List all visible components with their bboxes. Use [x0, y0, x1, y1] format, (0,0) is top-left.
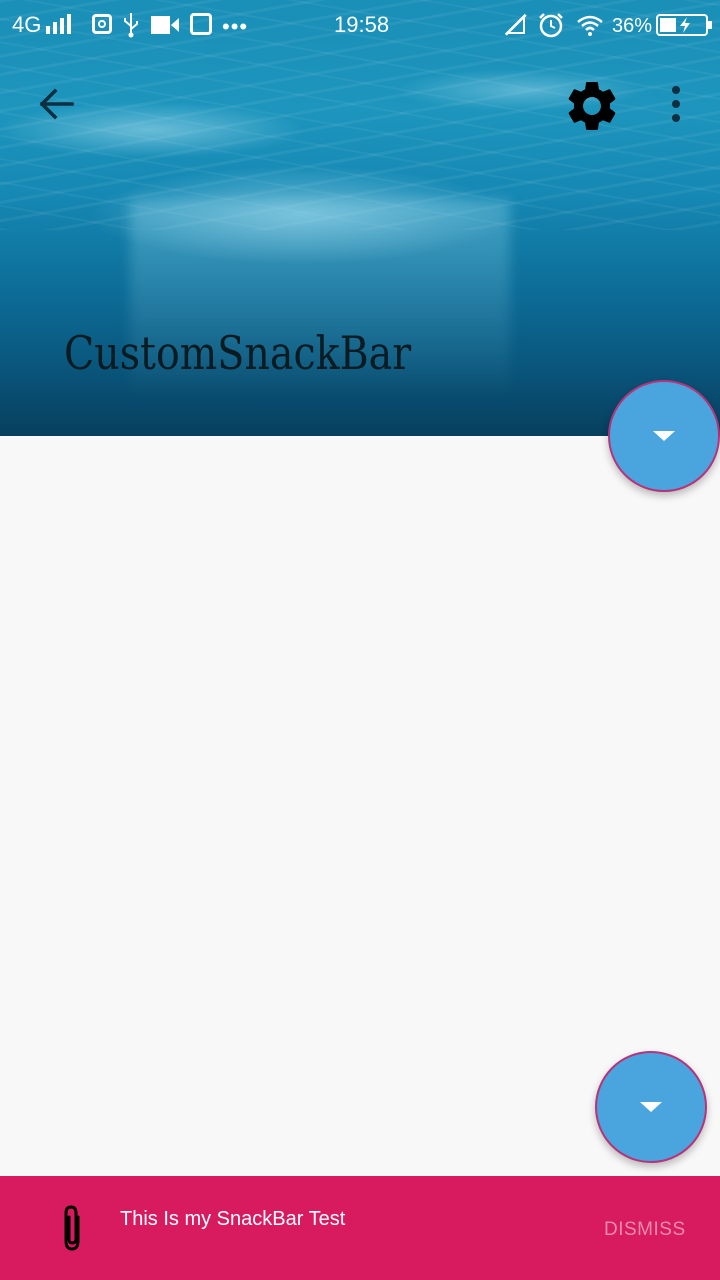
- gear-icon: [568, 82, 616, 130]
- paperclip-icon: [64, 1205, 80, 1251]
- arrow-drop-down-icon: [653, 431, 675, 441]
- more-vert-icon: [672, 86, 680, 122]
- snackbar-message: This Is my SnackBar Test: [120, 1208, 346, 1230]
- dismiss-button[interactable]: DISMISS: [604, 1219, 686, 1241]
- battery-icon: [656, 14, 712, 36]
- fab-bottom[interactable]: [595, 1051, 707, 1163]
- mute-icon: [504, 13, 527, 36]
- clock: 19:58: [334, 12, 390, 37]
- app-icon: [190, 13, 212, 35]
- back-button[interactable]: [28, 78, 84, 130]
- video-icon: [151, 16, 179, 34]
- battery-percent: 36%: [612, 15, 653, 37]
- network-type: 4G: [12, 12, 42, 37]
- arrow-drop-down-icon: [640, 1102, 662, 1112]
- status-bar: 4G ••• 19:58 36%: [0, 0, 720, 50]
- page-title: CustomSnackBar: [64, 326, 412, 380]
- back-arrow-icon: [39, 88, 74, 120]
- wifi-icon: [577, 15, 603, 36]
- overflow-menu-button[interactable]: [652, 80, 700, 132]
- signal-icon: [46, 14, 74, 34]
- more-notifications: •••: [222, 14, 249, 39]
- usb-icon: [124, 13, 138, 38]
- fab-top[interactable]: [608, 380, 720, 492]
- instagram-icon: [92, 14, 112, 34]
- settings-button[interactable]: [562, 76, 622, 136]
- alarm-icon: [539, 13, 563, 38]
